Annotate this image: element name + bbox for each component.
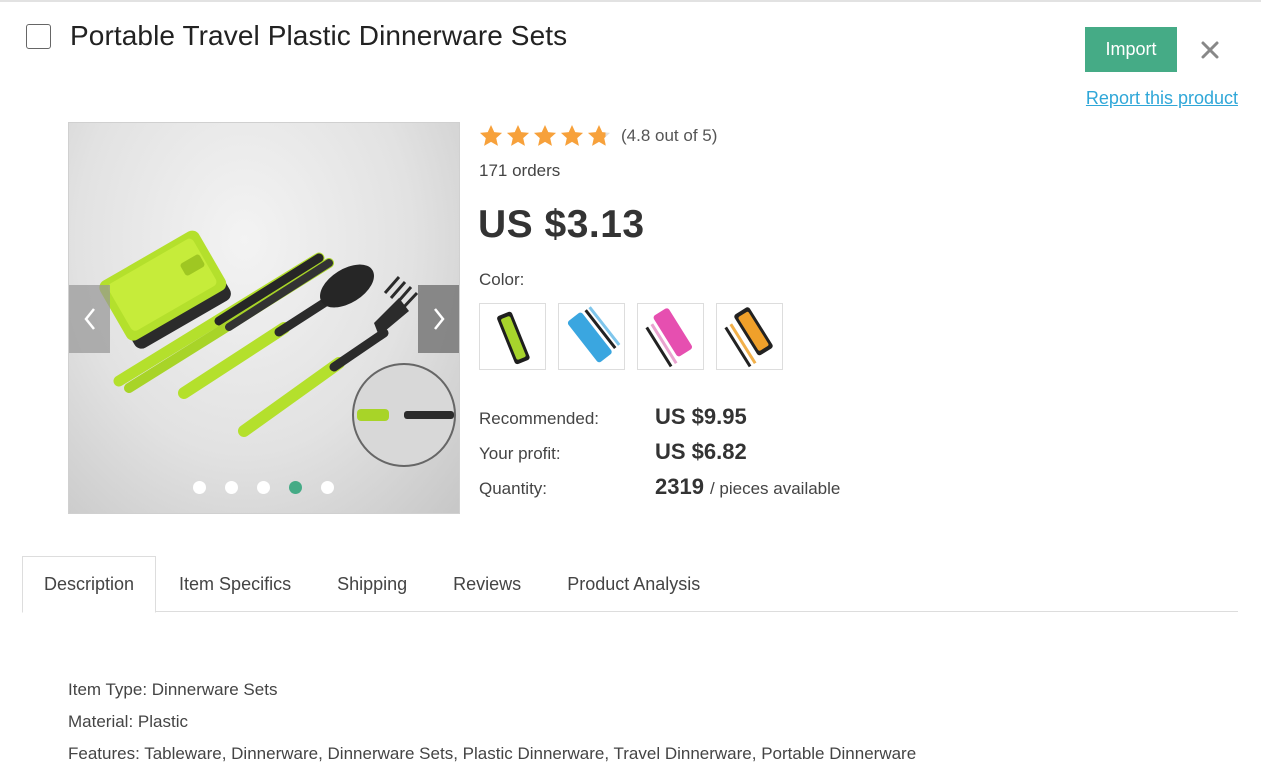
quantity-unit: / pieces available (709, 479, 841, 498)
gallery-dot[interactable] (289, 481, 302, 494)
profit-value: US $6.82 (655, 439, 747, 464)
orders-count: 171 orders (479, 161, 561, 180)
top-divider (0, 0, 1261, 2)
rating-text: (4.8 out of 5) (621, 126, 718, 145)
swatch-green-image (497, 311, 530, 365)
swatch-orange-image (724, 307, 773, 368)
profit-label: Your profit: (479, 444, 561, 463)
product-image (99, 230, 456, 467)
swatch-pink-image (645, 308, 693, 368)
tab-product-analysis[interactable]: Product Analysis (544, 556, 723, 612)
rating-stars (478, 123, 612, 149)
rating: (4.8 out of 5) (478, 123, 717, 149)
select-product-checkbox[interactable] (26, 24, 51, 49)
tab-item-specifics[interactable]: Item Specifics (156, 556, 314, 612)
quantity-value: 2319 (655, 474, 704, 499)
star-icon (506, 124, 530, 146)
gallery-dot[interactable] (321, 481, 334, 494)
star-icon (560, 124, 584, 146)
quantity-label: Quantity: (479, 479, 548, 498)
product-tabs: Description Item Specifics Shipping Revi… (22, 556, 1238, 613)
description-line: Features: Tableware, Dinnerware, Dinnerw… (68, 744, 917, 763)
color-swatches (479, 303, 783, 370)
close-icon[interactable] (1196, 36, 1224, 64)
pricing-details: Recommended: US $9.95 Your profit: US $6… (479, 404, 840, 509)
recommended-row: Recommended: US $9.95 (479, 404, 840, 439)
chevron-left-icon (83, 308, 95, 330)
color-swatch-pink[interactable] (637, 303, 704, 370)
gallery-prev-button[interactable] (69, 285, 110, 353)
star-icon (533, 124, 557, 146)
star-icon (479, 124, 503, 146)
gallery-dot[interactable] (193, 481, 206, 494)
recommended-value: US $9.95 (655, 404, 747, 429)
color-swatch-blue[interactable] (558, 303, 625, 370)
description-content: Item Type: Dinnerware Sets Material: Pla… (68, 677, 916, 773)
tab-shipping[interactable]: Shipping (314, 556, 430, 612)
gallery-dot[interactable] (225, 481, 238, 494)
description-line: Material: Plastic (68, 712, 188, 731)
recommended-label: Recommended: (479, 409, 600, 428)
chevron-right-icon (433, 308, 445, 330)
product-title: Portable Travel Plastic Dinnerware Sets (70, 20, 568, 51)
color-swatch-green[interactable] (479, 303, 546, 370)
gallery-next-button[interactable] (418, 285, 459, 353)
quantity-row: Quantity: 2319 / pieces available (479, 474, 840, 509)
report-product-link[interactable]: Report this product (1086, 88, 1238, 109)
tab-reviews[interactable]: Reviews (430, 556, 544, 612)
description-line: Item Type: Dinnerware Sets (68, 680, 278, 699)
product-price: US $3.13 (478, 203, 645, 246)
product-image-gallery (68, 122, 460, 514)
profit-row: Your profit: US $6.82 (479, 439, 840, 474)
star-icon (587, 124, 611, 146)
import-button[interactable]: Import (1085, 27, 1177, 72)
gallery-dots (193, 481, 334, 494)
gallery-dot[interactable] (257, 481, 270, 494)
color-label: Color: (479, 270, 525, 289)
swatch-blue-image (567, 306, 621, 363)
tab-description[interactable]: Description (22, 556, 157, 613)
color-swatch-orange[interactable] (716, 303, 783, 370)
